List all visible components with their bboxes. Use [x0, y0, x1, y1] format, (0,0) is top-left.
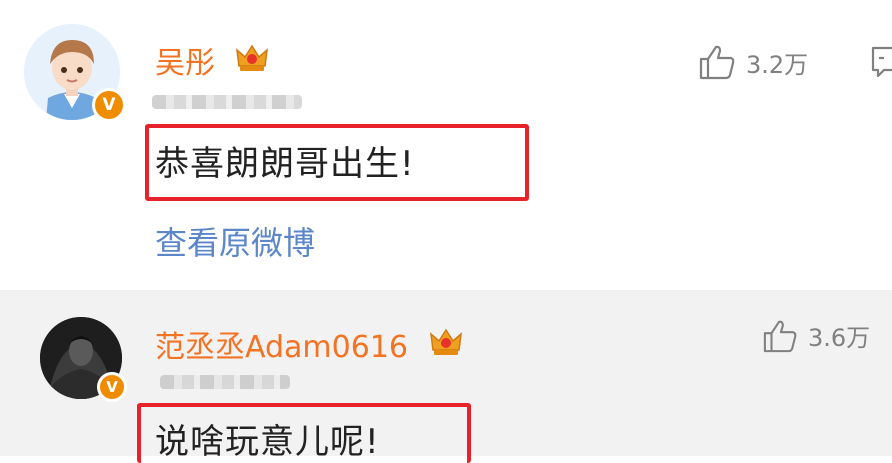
username[interactable]: 吴彤: [155, 38, 215, 82]
like-count: 3.2万: [746, 50, 809, 79]
like-button[interactable]: 3.6万: [762, 318, 870, 353]
timestamp-blurred: [160, 375, 290, 389]
crown-icon: [236, 44, 268, 71]
verified-badge: V: [97, 372, 127, 402]
thumbs-up-icon: [763, 320, 797, 352]
highlight-box: [137, 403, 471, 463]
reply-icon[interactable]: [870, 44, 892, 80]
like-count: 3.6万: [808, 324, 871, 352]
comment-item: V 范丞丞Adam0616 说啥玩意儿呢! 3.6万: [0, 290, 892, 463]
comment-item: V 吴彤 恭喜朗朗哥出生! 查看原微博 3.2万: [0, 0, 892, 290]
highlight-box: [145, 124, 529, 201]
thumbs-up-icon: [699, 45, 735, 80]
like-button[interactable]: 3.2万: [698, 44, 808, 80]
verified-badge: V: [92, 88, 126, 122]
view-original-link[interactable]: 查看原微博: [155, 218, 315, 264]
crown-icon: [430, 328, 462, 355]
username[interactable]: 范丞丞Adam0616: [155, 322, 408, 366]
timestamp-blurred: [152, 95, 302, 109]
